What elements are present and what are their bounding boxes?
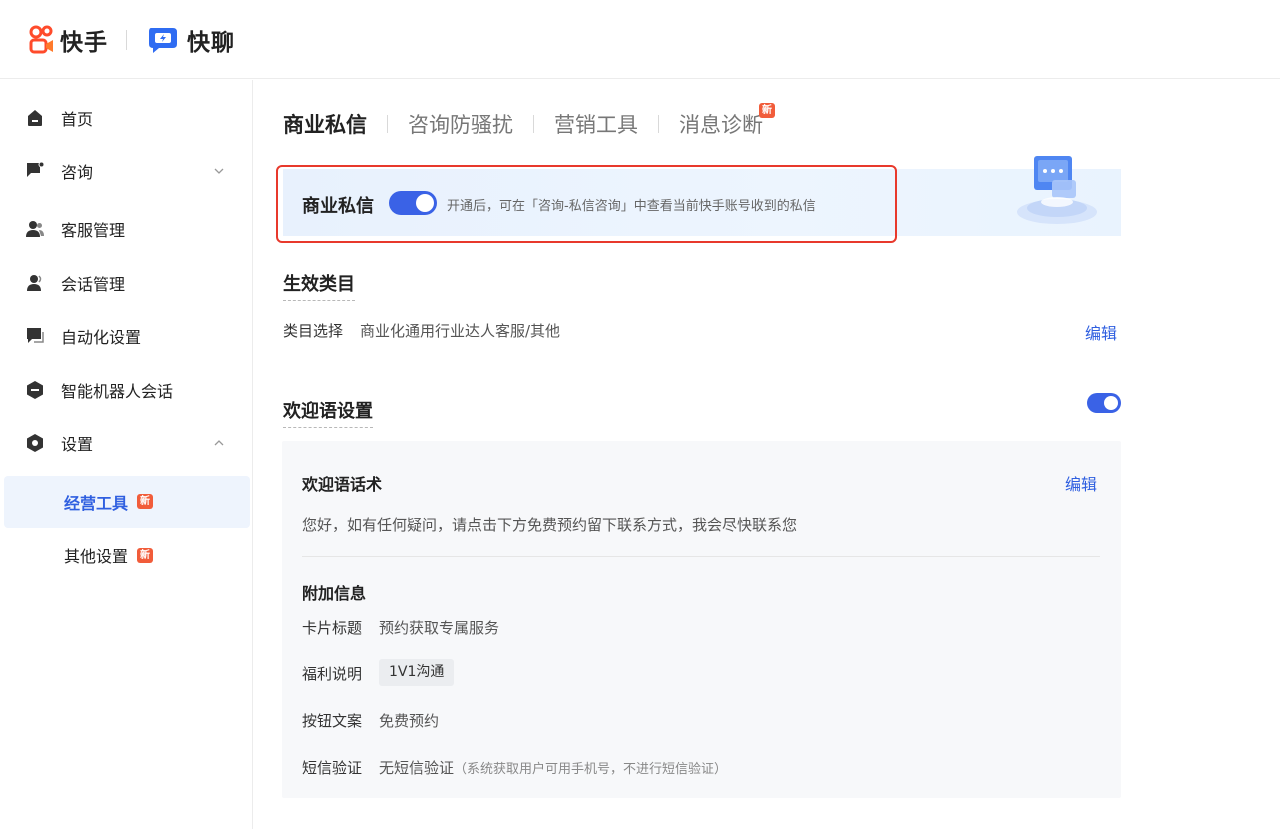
- sidebar-item-label: 自动化设置: [61, 328, 142, 347]
- sidebar-item-label: 智能机器人会话: [61, 382, 174, 401]
- kuaishou-logo-icon: [29, 25, 53, 54]
- tab-bar: 商业私信 咨询防骚扰 营销工具 消息诊断 新: [283, 103, 775, 140]
- sms-verify-note: （系统获取用户可用手机号，不进行短信验证）: [454, 762, 728, 777]
- toggle-knob: [1104, 396, 1118, 410]
- brand-divider: [126, 30, 127, 50]
- tab-message-diagnosis[interactable]: 消息诊断 新: [679, 103, 775, 139]
- sidebar-item-session-management[interactable]: 会话管理: [0, 263, 253, 303]
- welcome-edit-link[interactable]: 编辑: [1065, 471, 1097, 495]
- welcome-section-title: 欢迎语设置: [283, 397, 373, 428]
- card-divider: [302, 556, 1100, 557]
- tab-marketing-tools[interactable]: 营销工具: [554, 109, 638, 139]
- brand-primary-text: 快手: [60, 30, 108, 56]
- tab-anti-harassment[interactable]: 咨询防骚扰: [408, 109, 513, 139]
- sidebar-item-label: 咨询: [61, 163, 94, 182]
- button-text-value: 免费预约: [379, 712, 440, 730]
- sidebar-item-label: 客服管理: [61, 221, 126, 240]
- sidebar-item-agent-management[interactable]: 客服管理: [0, 209, 253, 249]
- chevron-down-icon[interactable]: [212, 164, 226, 178]
- tab-divider: [658, 115, 659, 133]
- new-badge: 新: [137, 494, 153, 509]
- robot-icon: [24, 379, 46, 401]
- banner-description: 开通后，可在「咨询-私信咨询」中查看当前快手账号收到的私信: [447, 199, 816, 214]
- tab-divider: [533, 115, 534, 133]
- chevron-up-icon[interactable]: [212, 436, 226, 450]
- sidebar-item-label: 首页: [61, 110, 94, 129]
- message-icon: [24, 325, 46, 347]
- banner-title: 商业私信: [302, 196, 374, 217]
- extra-info-title: 附加信息: [302, 584, 367, 603]
- sidebar-subitem-label: 其他设置: [64, 547, 129, 566]
- category-select-value: 商业化通用行业达人客服/其他: [360, 322, 561, 340]
- sidebar-item-home[interactable]: 首页: [0, 98, 253, 138]
- new-badge: 新: [759, 103, 775, 118]
- new-badge: 新: [137, 548, 153, 563]
- sms-verify-value-text: 无短信验证: [379, 759, 455, 777]
- toggle-knob: [416, 194, 434, 212]
- sidebar: 首页 咨询 客服管理 会话管理 自动化设置 智能机器人会话 设置 经营工具 新 …: [0, 80, 253, 829]
- top-bar: 快手 快聊: [0, 0, 1280, 79]
- category-section-title: 生效类目: [283, 270, 355, 301]
- card-title-label: 卡片标题: [302, 619, 363, 637]
- sidebar-subitem-other-settings[interactable]: 其他设置 新: [4, 529, 250, 581]
- kuailiao-logo-icon: [149, 28, 177, 53]
- sidebar-item-label: 设置: [61, 435, 94, 454]
- chat-screen-illustration: [1017, 156, 1097, 224]
- category-select-label: 类目选择: [283, 322, 344, 340]
- welcome-toggle[interactable]: [1087, 393, 1121, 413]
- sms-verify-value: 无短信验证（系统获取用户可用手机号，不进行短信验证）: [379, 757, 727, 778]
- kuaishou-logo[interactable]: 快手: [28, 24, 108, 56]
- sms-verify-label: 短信验证: [302, 759, 363, 777]
- sidebar-item-automation[interactable]: 自动化设置: [0, 316, 253, 356]
- kuailiao-logo[interactable]: 快聊: [147, 24, 235, 56]
- benefit-label: 福利说明: [302, 665, 363, 683]
- users-icon: [24, 218, 46, 240]
- sidebar-item-settings[interactable]: 设置: [0, 423, 253, 463]
- sidebar-item-label: 会话管理: [61, 275, 126, 294]
- sidebar-subitem-business-tools[interactable]: 经营工具 新: [4, 476, 250, 528]
- tab-divider: [387, 115, 388, 133]
- button-text-label: 按钮文案: [302, 712, 363, 730]
- sidebar-item-consult[interactable]: 咨询: [0, 151, 253, 191]
- tab-label: 消息诊断: [679, 113, 763, 137]
- sidebar-item-robot[interactable]: 智能机器人会话: [0, 370, 253, 410]
- headset-user-icon: [24, 272, 46, 294]
- welcome-script-text: 您好，如有任何疑问，请点击下方免费预约留下联系方式，我会尽快联系您: [302, 516, 798, 534]
- business-messaging-toggle[interactable]: [389, 191, 437, 215]
- home-icon: [24, 107, 46, 129]
- brand-secondary-text: 快聊: [187, 30, 235, 56]
- tab-business-messaging[interactable]: 商业私信: [283, 109, 367, 139]
- sidebar-subitem-label: 经营工具: [64, 494, 129, 513]
- category-edit-link[interactable]: 编辑: [1085, 320, 1117, 344]
- chat-flag-icon: [24, 160, 46, 182]
- welcome-script-title: 欢迎语话术: [302, 475, 383, 494]
- benefit-tag: 1V1沟通: [379, 659, 455, 686]
- settings-hexagon-icon: [24, 432, 46, 454]
- card-title-value: 预约获取专属服务: [379, 619, 500, 637]
